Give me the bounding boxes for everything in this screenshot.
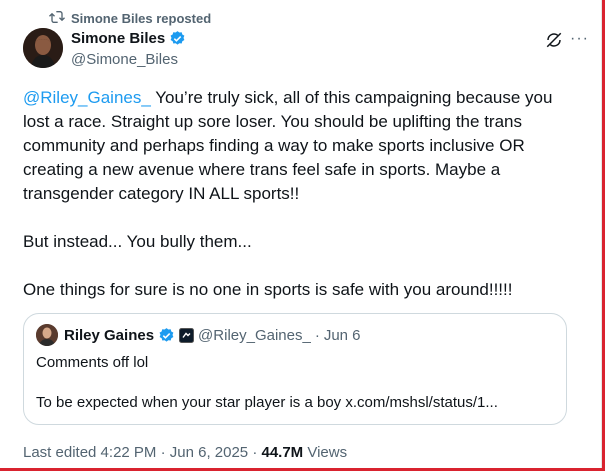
repost-indicator[interactable]: Simone Biles reposted bbox=[49, 9, 211, 27]
affiliate-badge-icon bbox=[179, 328, 195, 343]
verified-badge-icon bbox=[170, 31, 185, 45]
quoted-author-name[interactable]: Riley Gaines bbox=[64, 327, 154, 344]
quoted-tweet-card[interactable]: Riley Gaines @Riley_Gaines_ · Jun 6 Comm… bbox=[23, 313, 567, 425]
repost-icon bbox=[49, 11, 65, 23]
mention-link[interactable]: @Riley_Gaines_ bbox=[23, 88, 151, 107]
quoted-avatar-image bbox=[36, 324, 58, 346]
quoted-text-line-2: To be expected when your star player is … bbox=[36, 394, 498, 411]
quoted-text-line-1: Comments off lol bbox=[36, 354, 149, 371]
tweet-metadata: Last edited 4:22 PM · Jun 6, 2025 · 44.7… bbox=[23, 444, 347, 461]
grok-button[interactable] bbox=[545, 31, 563, 54]
repost-label: Simone Biles reposted bbox=[71, 10, 212, 26]
quoted-separator: · bbox=[314, 327, 320, 344]
views-count: 44.7M bbox=[261, 444, 304, 461]
avatar-image bbox=[23, 28, 63, 68]
author-name[interactable]: Simone Biles bbox=[71, 30, 165, 47]
quoted-header: Riley Gaines @Riley_Gaines_ · Jun 6 bbox=[64, 327, 361, 344]
tweet-text: @Riley_Gaines_ You’re truly sick, all of… bbox=[23, 86, 568, 302]
quoted-author-handle[interactable]: @Riley_Gaines_ bbox=[198, 327, 311, 344]
tweet-body: You’re truly sick, all of this campaigni… bbox=[23, 88, 553, 299]
views-label: Views bbox=[307, 444, 348, 461]
author-handle[interactable]: @Simone_Biles bbox=[71, 51, 178, 68]
author-avatar[interactable] bbox=[23, 28, 63, 68]
edited-timestamp[interactable]: Last edited 4:22 PM · Jun 6, 2025 · bbox=[23, 444, 257, 461]
quoted-date[interactable]: Jun 6 bbox=[324, 327, 361, 344]
grok-icon bbox=[546, 32, 562, 48]
verified-badge-icon bbox=[159, 328, 174, 342]
author-name-row[interactable]: Simone Biles bbox=[71, 30, 186, 47]
quoted-author-avatar[interactable] bbox=[36, 324, 58, 346]
more-options-button[interactable]: ··· bbox=[570, 30, 589, 48]
